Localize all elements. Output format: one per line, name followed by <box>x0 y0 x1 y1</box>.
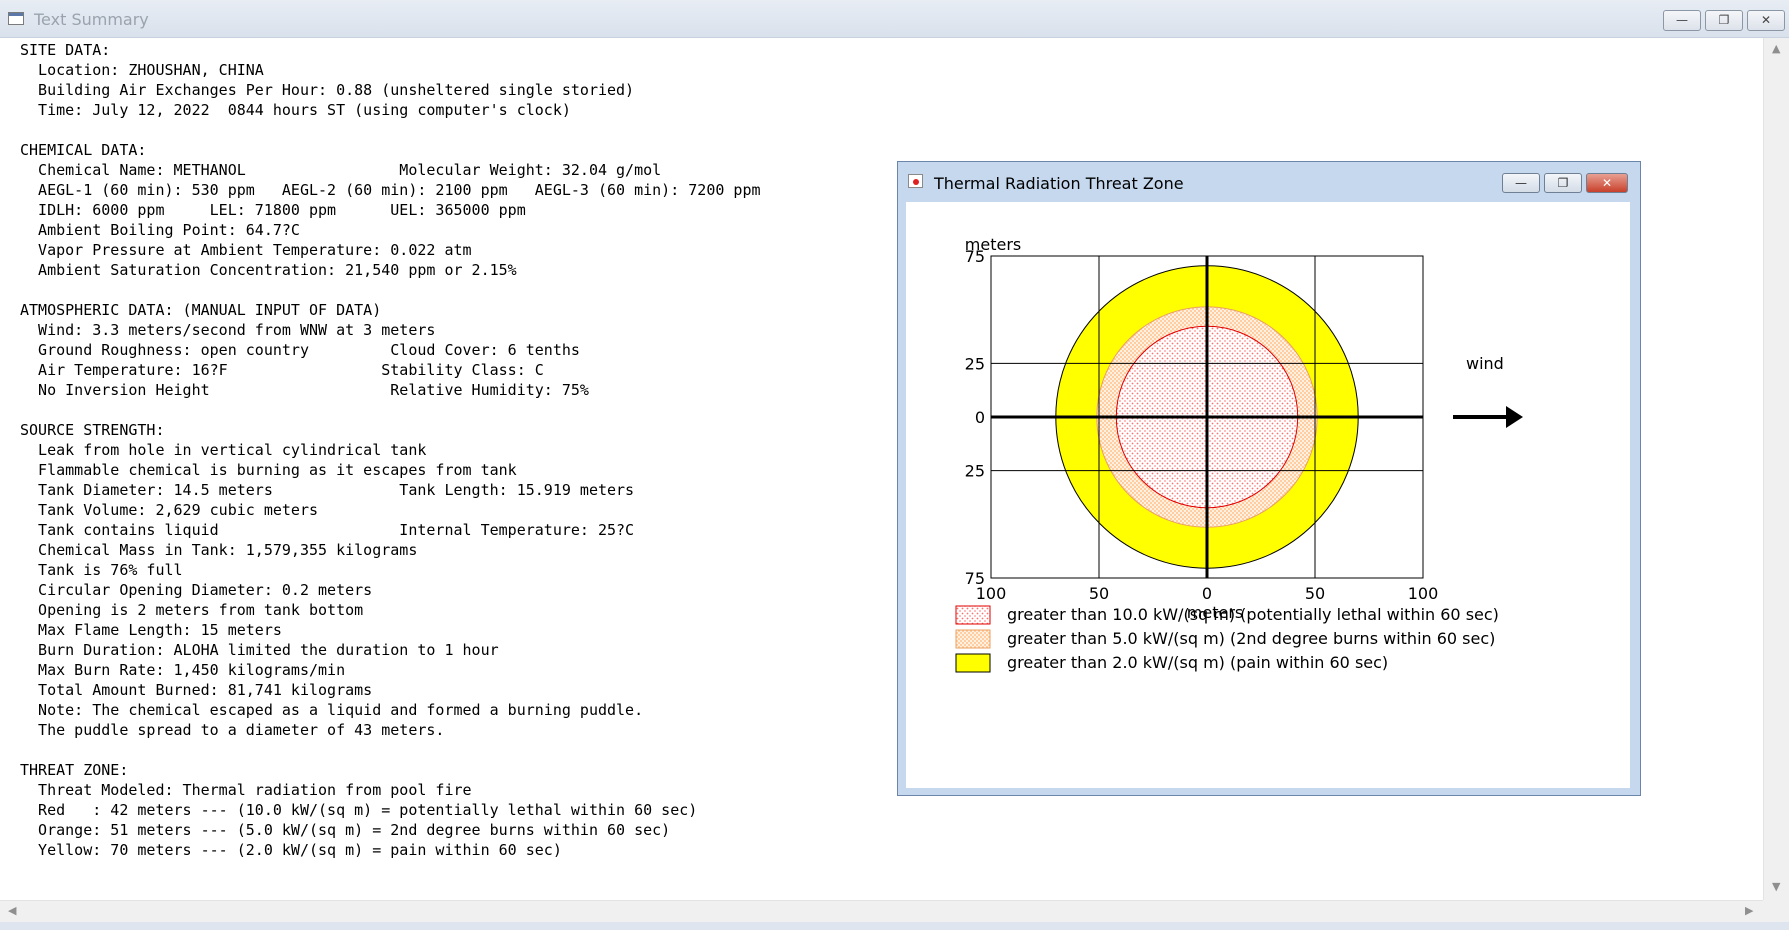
y-tick-label: 75 <box>965 569 985 588</box>
summary-line: Tank Diameter: 14.5 meters Tank Length: … <box>20 481 635 499</box>
window-bottom-border <box>0 922 1789 930</box>
summary-line: Tank contains liquid Internal Temperatur… <box>20 521 635 539</box>
legend-swatch-yellow <box>955 653 991 673</box>
legend-swatch-orange <box>955 629 991 649</box>
summary-line: Ambient Saturation Concentration: 21,540… <box>20 261 517 279</box>
x-tick-label: 50 <box>1305 584 1325 603</box>
legend-label-yellow: greater than 2.0 kW/(sq m) (pain within … <box>1007 653 1388 672</box>
summary-line: Building Air Exchanges Per Hour: 0.88 (u… <box>20 81 635 99</box>
scroll-left-arrow-icon[interactable]: ◀ <box>8 904 16 917</box>
maximize-button[interactable]: ❐ <box>1705 10 1743 31</box>
threat-maximize-button[interactable]: ❐ <box>1544 173 1582 193</box>
minimize-button[interactable]: — <box>1663 10 1701 31</box>
threat-close-button[interactable]: ✕ <box>1586 173 1628 193</box>
scroll-down-arrow-icon[interactable]: ▼ <box>1772 880 1780 893</box>
summary-line: Tank Volume: 2,629 cubic meters <box>20 501 319 519</box>
summary-line: THREAT ZONE: <box>20 761 129 779</box>
summary-line: Vapor Pressure at Ambient Temperature: 0… <box>20 241 472 259</box>
horizontal-scrollbar[interactable]: ◀ ▶ <box>0 900 1763 922</box>
summary-line: Time: July 12, 2022 0844 hours ST (using… <box>20 101 571 119</box>
summary-line: Note: The chemical escaped as a liquid a… <box>20 701 644 719</box>
summary-line: ATMOSPHERIC DATA: (MANUAL INPUT OF DATA) <box>20 301 382 319</box>
summary-line: Threat Modeled: Thermal radiation from p… <box>20 781 472 799</box>
summary-line: Ambient Boiling Point: 64.7?C <box>20 221 300 239</box>
summary-line: Chemical Mass in Tank: 1,579,355 kilogra… <box>20 541 418 559</box>
window-title: Text Summary <box>34 10 149 29</box>
summary-line: Max Flame Length: 15 meters <box>20 621 282 639</box>
summary-line: Chemical Name: METHANOL Molecular Weight… <box>20 161 662 179</box>
y-axis-label: meters <box>965 235 1021 254</box>
legend-label-orange: greater than 5.0 kW/(sq m) (2nd degree b… <box>1007 629 1495 648</box>
wind-arrow-icon <box>1506 406 1523 428</box>
y-tick-label: 25 <box>965 354 985 373</box>
summary-line: Circular Opening Diameter: 0.2 meters <box>20 581 373 599</box>
summary-line: CHEMICAL DATA: <box>20 141 147 159</box>
scroll-corner <box>1763 900 1789 922</box>
threat-zone-plot-area: 100 50 0 50 100 75 25 0 25 75 meters meters wind grea… <box>906 202 1630 788</box>
summary-line: Max Burn Rate: 1,450 kilograms/min <box>20 661 346 679</box>
summary-line: No Inversion Height Relative Humidity: 7… <box>20 381 589 399</box>
app-window-icon[interactable] <box>8 12 24 25</box>
close-button[interactable]: ✕ <box>1747 10 1785 31</box>
wind-label: wind <box>1466 354 1504 373</box>
legend-swatch-red <box>955 605 991 625</box>
summary-line: Wind: 3.3 meters/second from WNW at 3 me… <box>20 321 436 339</box>
summary-line: SITE DATA: <box>20 41 111 59</box>
threat-minimize-button[interactable]: — <box>1502 173 1540 193</box>
y-tick-label: 0 <box>975 408 985 427</box>
main-titlebar: Text Summary — ❐ ✕ <box>0 0 1789 38</box>
summary-line: Total Amount Burned: 81,741 kilograms <box>20 681 373 699</box>
threat-zone-title: Thermal Radiation Threat Zone <box>934 174 1184 193</box>
scroll-right-arrow-icon[interactable]: ▶ <box>1745 904 1753 917</box>
x-tick-label: 100 <box>1408 584 1439 603</box>
summary-line: SOURCE STRENGTH: <box>20 421 165 439</box>
summary-line: The puddle spread to a diameter of 43 me… <box>20 721 445 739</box>
summary-text: SITE DATA: Location: ZHOUSHAN, CHINA Bui… <box>20 40 761 860</box>
threat-zone-window[interactable]: Thermal Radiation Threat Zone — ❐ ✕ 100 5… <box>897 161 1641 796</box>
x-tick-label: 0 <box>1202 584 1212 603</box>
summary-line: Red : 42 meters --- (10.0 kW/(sq m) = po… <box>20 801 698 819</box>
vertical-scrollbar[interactable]: ▲ ▼ <box>1763 38 1789 900</box>
summary-line: Yellow: 70 meters --- (2.0 kW/(sq m) = p… <box>20 841 562 859</box>
summary-line: Orange: 51 meters --- (5.0 kW/(sq m) = 2… <box>20 821 671 839</box>
summary-line: Tank is 76% full <box>20 561 183 579</box>
summary-line: Flammable chemical is burning as it esca… <box>20 461 517 479</box>
summary-line: AEGL-1 (60 min): 530 ppm AEGL-2 (60 min)… <box>20 181 761 199</box>
x-tick-label: 50 <box>1089 584 1109 603</box>
summary-line: IDLH: 6000 ppm LEL: 71800 ppm UEL: 36500… <box>20 201 526 219</box>
legend-label-red: greater than 10.0 kW/(sq m) (potentially… <box>1007 605 1499 624</box>
summary-line: Opening is 2 meters from tank bottom <box>20 601 364 619</box>
summary-line: Burn Duration: ALOHA limited the duratio… <box>20 641 499 659</box>
summary-line: Location: ZHOUSHAN, CHINA <box>20 61 264 79</box>
summary-line: Ground Roughness: open country Cloud Cov… <box>20 341 580 359</box>
summary-line: Leak from hole in vertical cylindrical t… <box>20 441 427 459</box>
threat-zone-chart: 100 50 0 50 100752502575metersmeterswindgrea… <box>955 235 1523 673</box>
threat-zone-window-icon[interactable] <box>908 174 923 188</box>
summary-line: Air Temperature: 16?F Stability Class: C <box>20 361 544 379</box>
y-tick-label: 25 <box>965 462 985 481</box>
threat-zone-titlebar[interactable]: Thermal Radiation Threat Zone — ❐ ✕ <box>898 162 1640 198</box>
scroll-up-arrow-icon[interactable]: ▲ <box>1772 42 1780 55</box>
